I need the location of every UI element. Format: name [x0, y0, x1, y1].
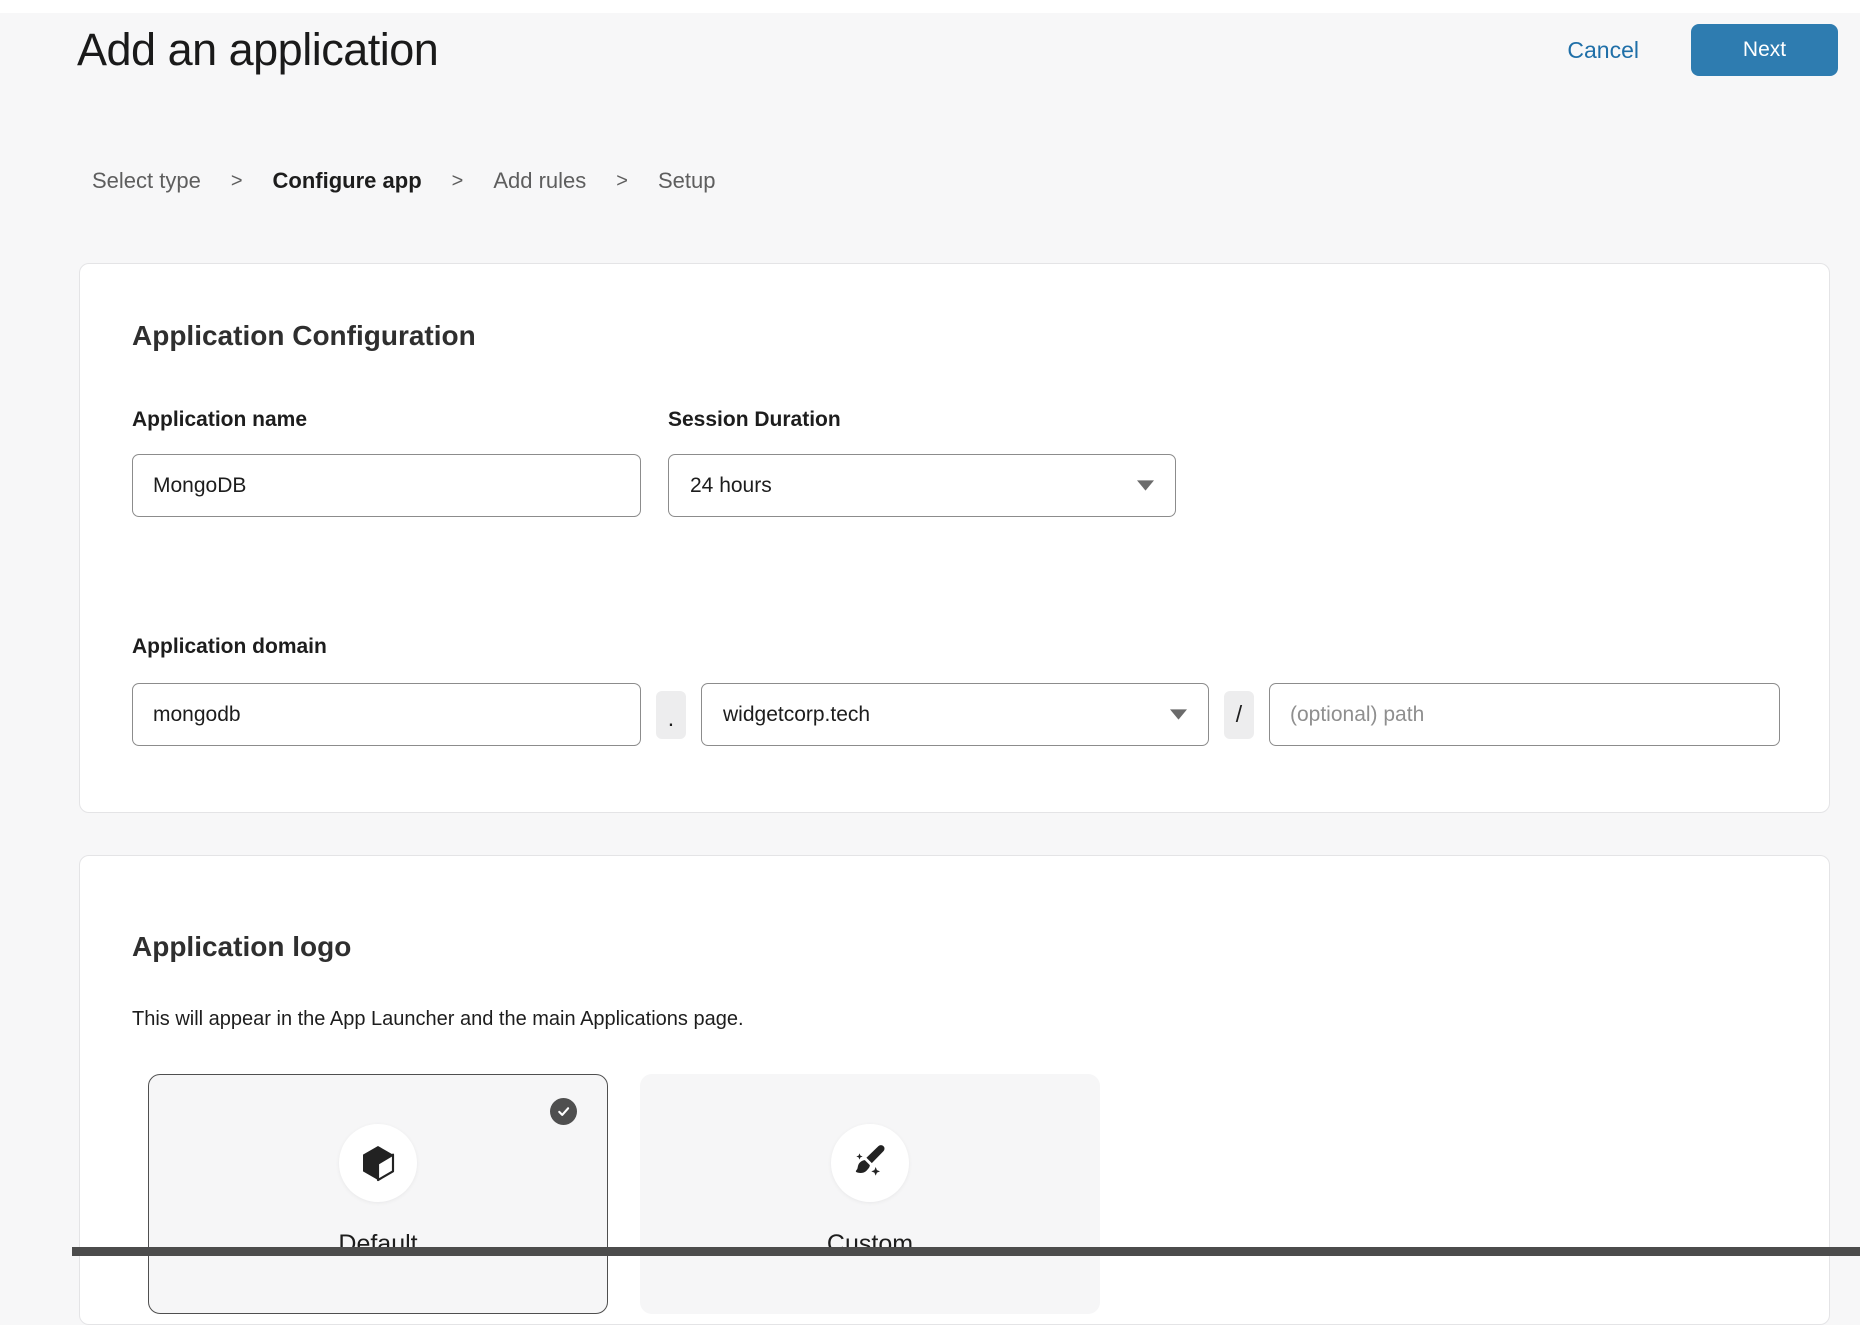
- next-button[interactable]: Next: [1691, 24, 1838, 76]
- logo-option-custom[interactable]: Custom: [640, 1074, 1100, 1314]
- session-duration-select[interactable]: 24 hours: [668, 454, 1176, 517]
- default-logo-circle: [339, 1124, 417, 1202]
- subdomain-input[interactable]: [132, 683, 641, 746]
- breadcrumb-step-select-type[interactable]: Select type: [92, 168, 201, 194]
- cube-icon: [358, 1143, 398, 1183]
- breadcrumb-step-setup[interactable]: Setup: [658, 168, 716, 194]
- domain-select-value: widgetcorp.tech: [723, 703, 870, 727]
- application-name-label: Application name: [132, 408, 307, 432]
- custom-logo-circle: [831, 1124, 909, 1202]
- chevron-down-icon: [1170, 709, 1187, 720]
- logo-options: Default Custom: [148, 1074, 1100, 1314]
- application-domain-row: . widgetcorp.tech /: [132, 683, 1780, 746]
- window-top-edge: [0, 0, 1860, 13]
- configuration-card-title: Application Configuration: [132, 320, 476, 352]
- logo-option-default[interactable]: Default: [148, 1074, 608, 1314]
- window-bottom-edge: [72, 1247, 1860, 1256]
- page-header: Add an application Cancel Next: [77, 24, 1838, 76]
- selected-check-badge: [550, 1098, 577, 1125]
- domain-dot-separator: .: [656, 691, 686, 739]
- page-title: Add an application: [77, 24, 438, 76]
- application-domain-label: Application domain: [132, 635, 327, 659]
- session-duration-value: 24 hours: [690, 474, 772, 498]
- paintbrush-icon: [850, 1143, 890, 1183]
- breadcrumb-separator: >: [616, 170, 628, 193]
- chevron-down-icon: [1137, 480, 1154, 491]
- domain-slash-separator: /: [1224, 691, 1254, 739]
- header-actions: Cancel Next: [1567, 24, 1838, 76]
- breadcrumb: Select type > Configure app > Add rules …: [92, 168, 715, 194]
- breadcrumb-step-configure-app[interactable]: Configure app: [273, 168, 422, 194]
- domain-select[interactable]: widgetcorp.tech: [701, 683, 1209, 746]
- check-icon: [555, 1103, 572, 1120]
- cancel-button[interactable]: Cancel: [1567, 37, 1639, 64]
- path-input[interactable]: [1269, 683, 1780, 746]
- application-name-input[interactable]: [132, 454, 641, 517]
- logo-card-title: Application logo: [132, 931, 351, 963]
- breadcrumb-step-add-rules[interactable]: Add rules: [493, 168, 586, 194]
- logo-card-description: This will appear in the App Launcher and…: [132, 1008, 744, 1031]
- session-duration-label: Session Duration: [668, 408, 841, 432]
- breadcrumb-separator: >: [452, 170, 464, 193]
- application-configuration-card: Application Configuration Application na…: [79, 263, 1830, 813]
- breadcrumb-separator: >: [231, 170, 243, 193]
